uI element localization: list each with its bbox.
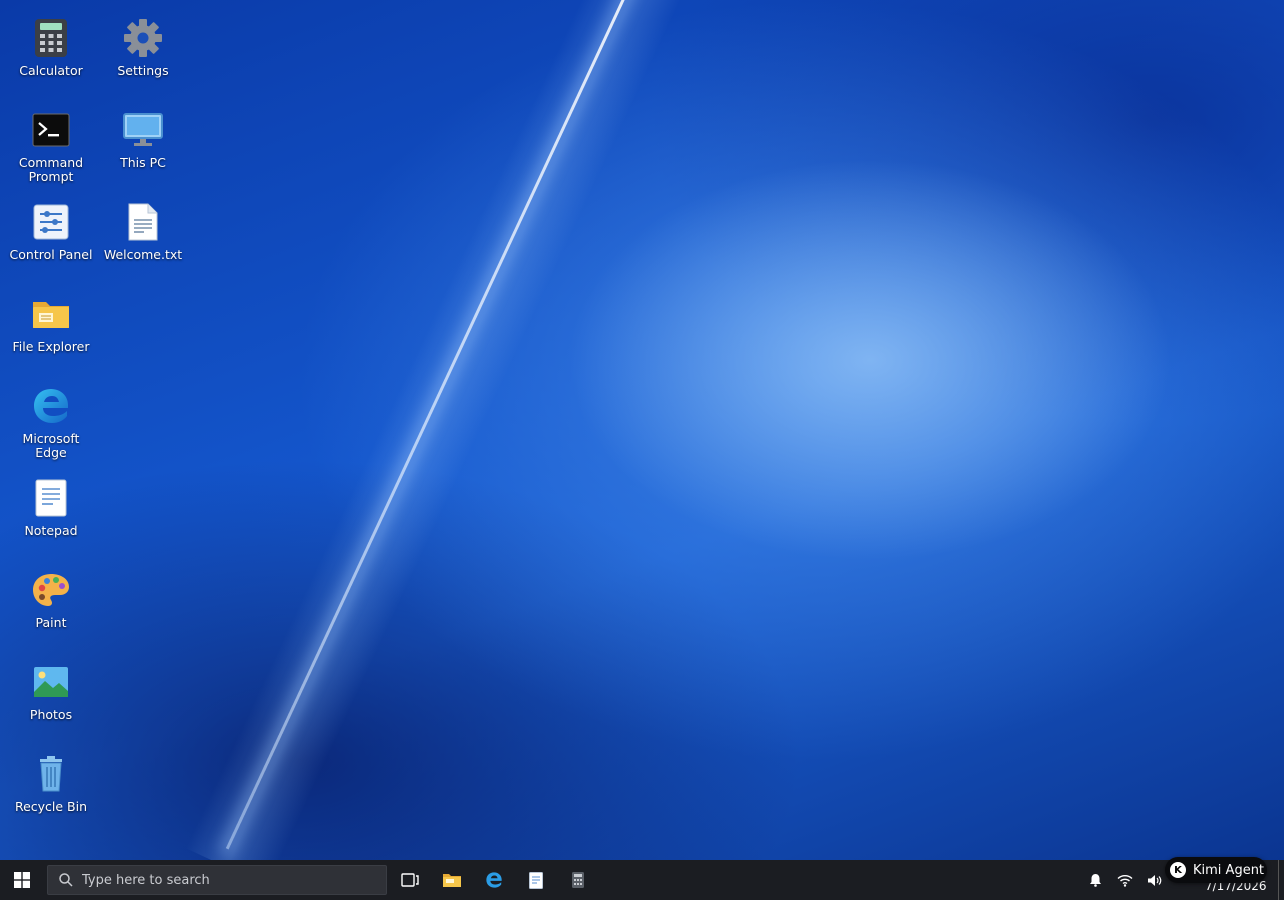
light-beam-glow (185, 0, 682, 860)
kimi-agent-label: Kimi Agent (1193, 862, 1265, 878)
desktop-icon-settings[interactable]: Settings (97, 2, 189, 92)
desktop-icon-file-explorer[interactable]: File Explorer (5, 278, 97, 368)
desktop-background: Calculator Command Prompt Control Panel (0, 0, 1284, 860)
notifications-button[interactable] (1083, 860, 1107, 900)
text-file-icon (123, 202, 163, 242)
desktop-icon-notepad[interactable]: Notepad (5, 462, 97, 552)
monitor-icon (123, 110, 163, 150)
volume-icon (1148, 874, 1162, 886)
taskbar-calculator-button[interactable] (557, 860, 599, 900)
desktop-icon-welcome-txt[interactable]: Welcome.txt (97, 186, 189, 276)
desktop-icon-photos[interactable]: Photos (5, 646, 97, 736)
desktop-icon-recycle-bin[interactable]: Recycle Bin (5, 738, 97, 828)
desktop-icon-label: Photos (29, 707, 73, 722)
desktop-icon-label: Recycle Bin (14, 799, 88, 814)
windows-logo-icon (14, 872, 30, 888)
notepad-icon (31, 478, 71, 518)
desktop-icon-label: Microsoft Edge (22, 431, 80, 460)
desktop-icon-this-pc[interactable]: This PC (97, 94, 189, 184)
notepad-icon (529, 871, 543, 889)
edge-icon (31, 386, 71, 426)
bell-icon (1089, 874, 1101, 887)
desktop-icon-microsoft-edge[interactable]: Microsoft Edge (5, 370, 97, 460)
desktop-icon-label: Notepad (24, 523, 78, 538)
calculator-icon (572, 872, 584, 888)
desktop-icon-label: Paint (35, 615, 67, 630)
desktop-icon-paint[interactable]: Paint (5, 554, 97, 644)
edge-icon (486, 872, 502, 888)
desktop-icon-command-prompt[interactable]: Command Prompt (5, 94, 97, 184)
taskbar-task-view-button[interactable] (389, 860, 431, 900)
gear-icon (123, 18, 163, 58)
folder-icon (31, 294, 71, 334)
palette-icon (31, 570, 71, 610)
recycle-bin-icon (31, 754, 71, 794)
calculator-icon (31, 18, 71, 58)
photo-icon (31, 662, 71, 702)
desktop-icon-label: Control Panel (9, 247, 93, 262)
desktop-icon-label: Calculator (19, 63, 83, 78)
search-icon (59, 873, 73, 887)
show-desktop-button[interactable] (1278, 860, 1279, 900)
desktop-icon-calculator[interactable]: Calculator (5, 2, 97, 92)
desktop-icon-label: Settings (117, 63, 169, 78)
desktop-icon-label: Welcome.txt (103, 247, 183, 262)
taskbar-edge-button[interactable] (473, 860, 515, 900)
desktop-icon-label: Command Prompt (18, 155, 84, 184)
start-button[interactable] (0, 860, 44, 900)
volume-button[interactable] (1143, 860, 1167, 900)
search-input[interactable] (80, 871, 374, 889)
wifi-icon (1117, 874, 1133, 887)
kimi-agent-logo-icon: K (1170, 862, 1186, 878)
folder-icon (443, 874, 461, 887)
taskbar-file-explorer-button[interactable] (431, 860, 473, 900)
kimi-agent-badge[interactable]: K Kimi Agent (1165, 857, 1267, 883)
desktop-icon-label: File Explorer (12, 339, 90, 354)
taskbar-search-box[interactable] (47, 865, 387, 895)
control-panel-icon (31, 202, 71, 242)
desktop-icon-label: This PC (120, 155, 166, 170)
network-button[interactable] (1113, 860, 1137, 900)
task-view-icon (401, 873, 419, 887)
desktop-icon-control-panel[interactable]: Control Panel (5, 186, 97, 276)
terminal-icon (31, 110, 71, 150)
taskbar-notepad-button[interactable] (515, 860, 557, 900)
